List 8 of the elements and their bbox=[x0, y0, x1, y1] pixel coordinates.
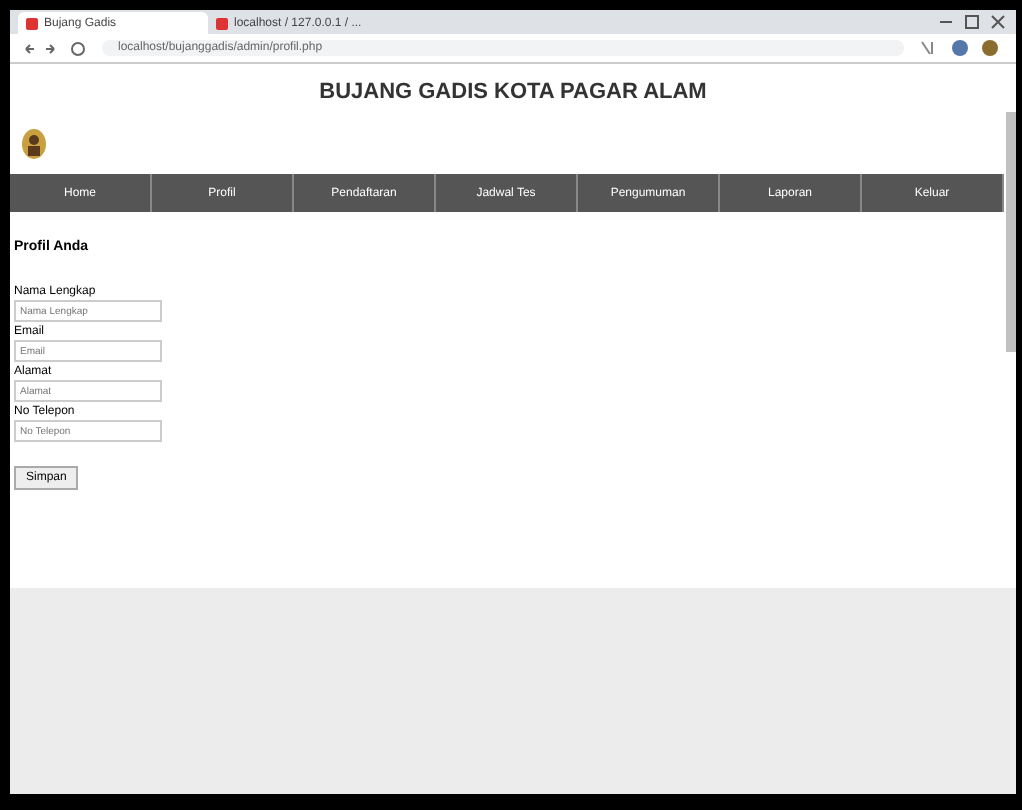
window-controls-icon[interactable] bbox=[936, 14, 1008, 30]
navigation-icon[interactable] bbox=[22, 39, 90, 57]
page-icon bbox=[216, 17, 228, 29]
logo-icon bbox=[20, 128, 48, 160]
site-title: BUJANG GADIS KOTA PAGAR ALAM bbox=[317, 78, 709, 104]
toolbar-icon[interactable] bbox=[916, 38, 1004, 58]
scrollbar[interactable] bbox=[1006, 112, 1016, 352]
page-icon bbox=[26, 17, 38, 29]
